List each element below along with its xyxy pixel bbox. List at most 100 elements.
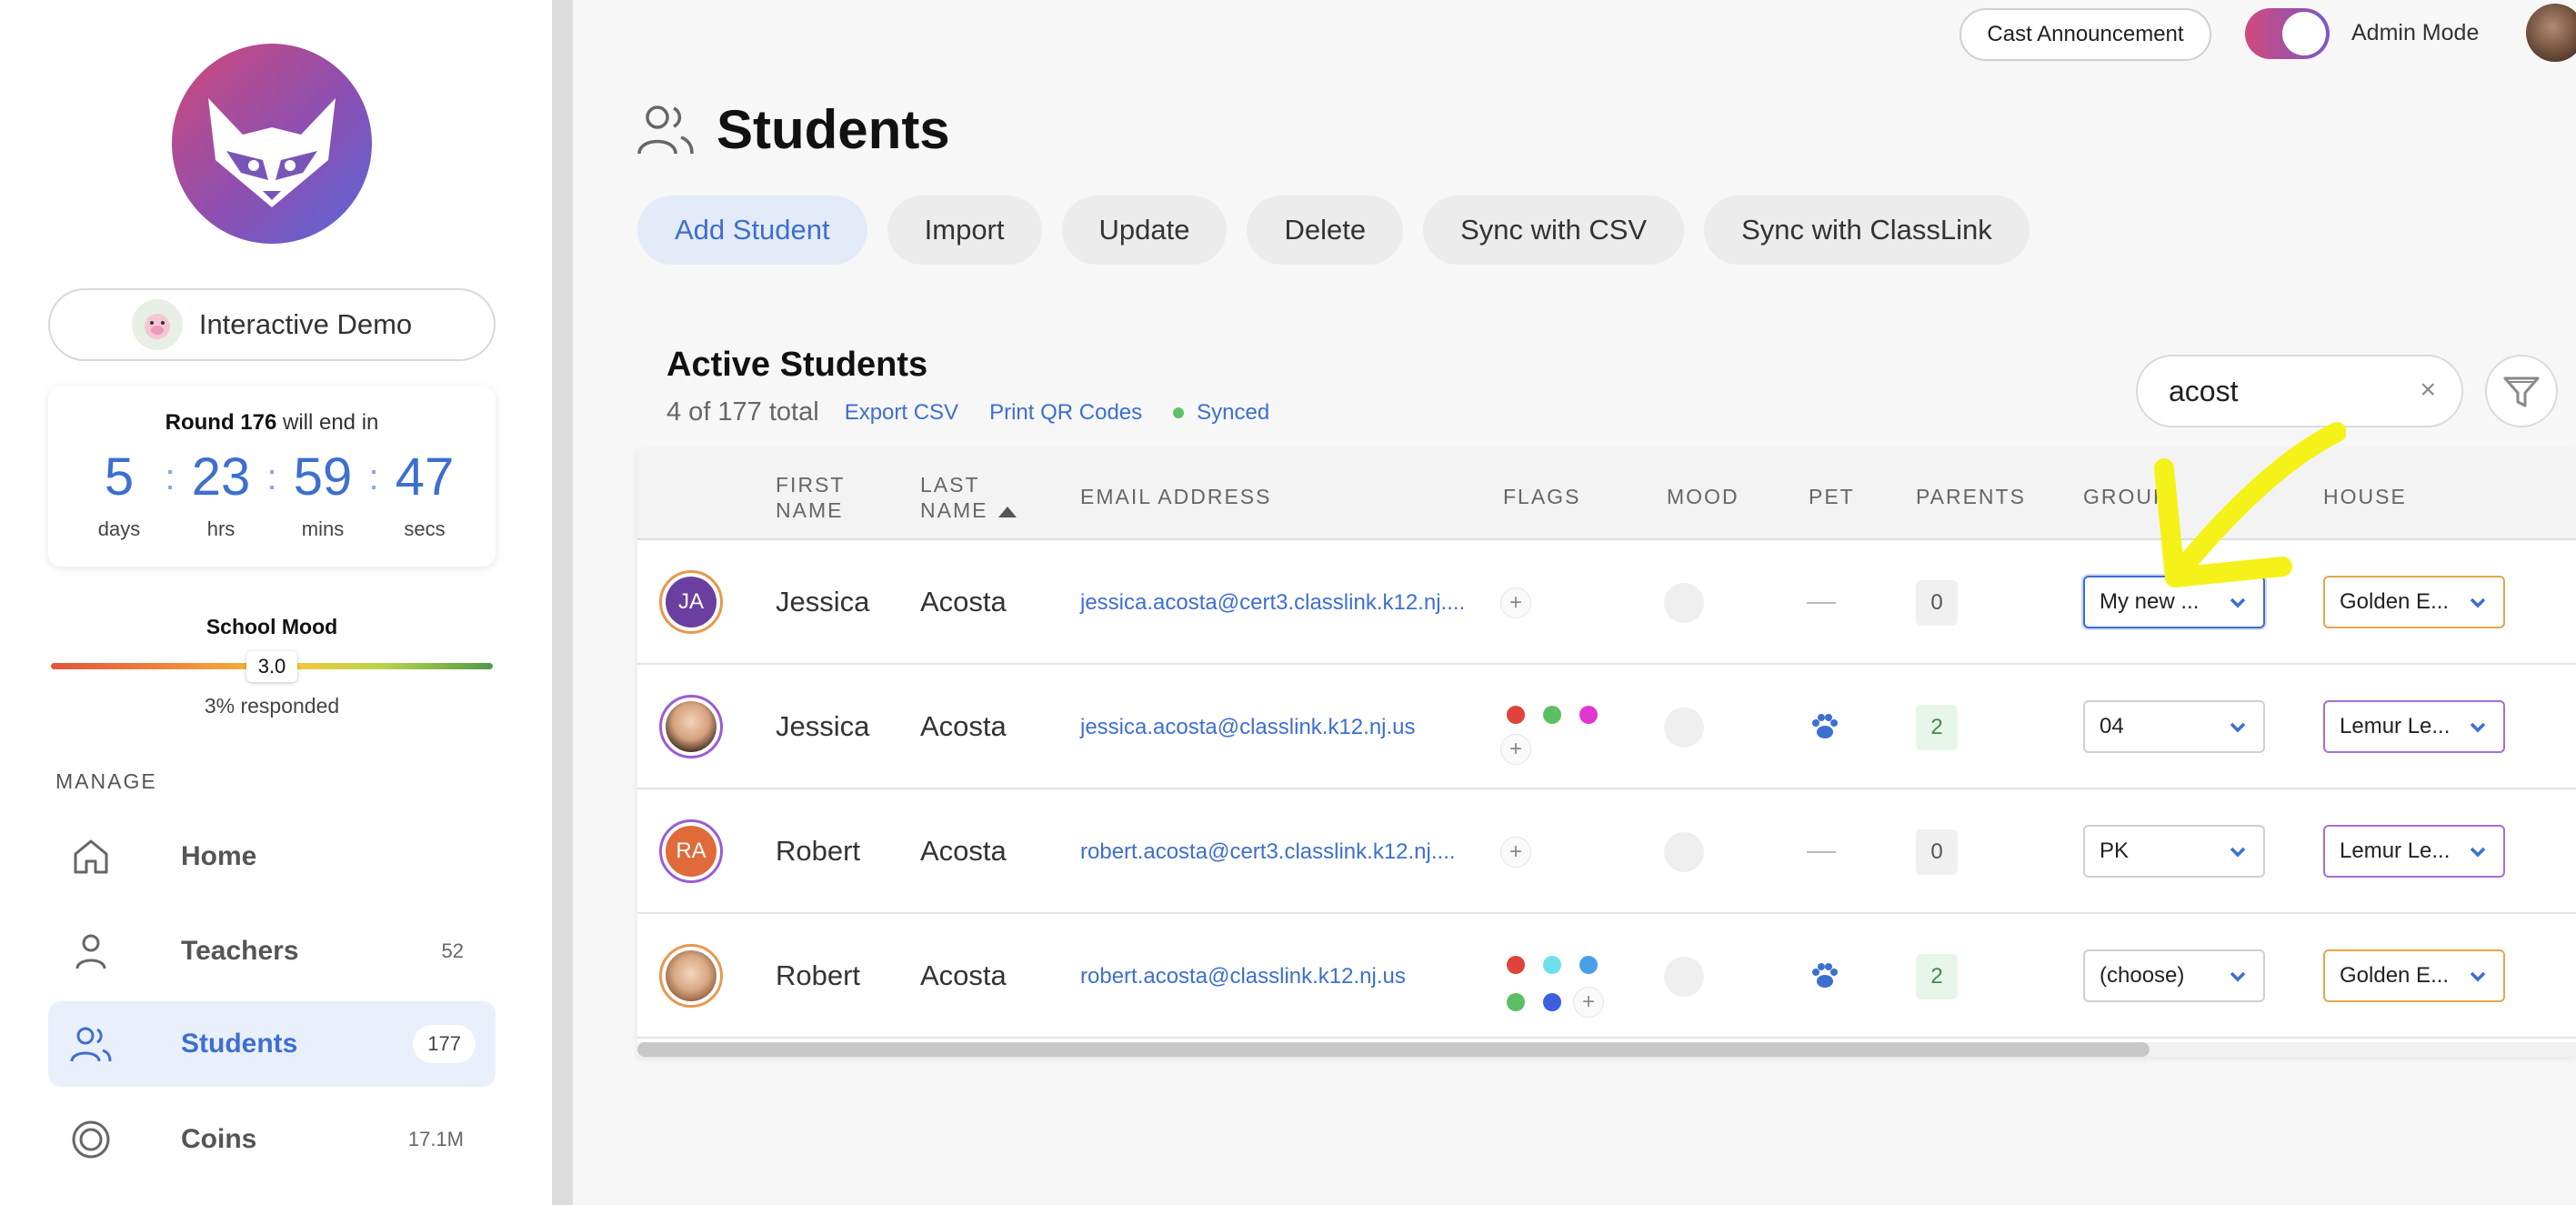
app-logo[interactable]: [172, 44, 372, 244]
chevron-down-icon: [2470, 597, 2486, 608]
flag-navy[interactable]: [1543, 993, 1561, 1011]
coin-icon: [68, 1117, 114, 1162]
chevron-down-icon: [2230, 971, 2246, 982]
flag-green[interactable]: [1507, 993, 1525, 1011]
flag-green[interactable]: [1543, 706, 1561, 724]
search-input[interactable]: acost ×: [2136, 355, 2463, 427]
export-csv-link[interactable]: Export CSV: [845, 400, 958, 426]
flag-magenta[interactable]: [1579, 706, 1598, 724]
teachers-count: 52: [441, 939, 464, 962]
scrollbar-thumb[interactable]: [637, 1042, 2150, 1057]
neutral-face-icon: [1664, 832, 1704, 872]
table-row[interactable]: Robert Acosta robert.acosta@classlink.k1…: [637, 914, 2576, 1039]
col-first-name[interactable]: FIRST NAME: [776, 472, 845, 523]
funnel-icon: [2503, 377, 2540, 407]
flag-red[interactable]: [1507, 956, 1525, 974]
student-total: 4 of 177 total: [667, 397, 819, 427]
group-select[interactable]: 04: [2083, 700, 2265, 753]
chevron-down-icon: [2470, 847, 2486, 858]
house-select[interactable]: Lemur Le...: [2323, 825, 2505, 878]
student-avatar[interactable]: JA: [659, 570, 723, 634]
flag-cyan[interactable]: [1543, 956, 1561, 974]
neutral-face-icon: [1664, 583, 1704, 623]
email-link[interactable]: robert.acosta@classlink.k12.nj.us: [1080, 964, 1406, 989]
update-button[interactable]: Update: [1061, 196, 1228, 265]
email-link[interactable]: robert.acosta@cert3.classlink.k12.nj....: [1080, 839, 1456, 865]
add-student-button[interactable]: Add Student: [637, 196, 867, 265]
chevron-down-icon: [2230, 847, 2246, 858]
sidebar-item-home[interactable]: Home: [48, 814, 496, 899]
col-group[interactable]: GROUP: [2083, 484, 2169, 509]
import-button[interactable]: Import: [887, 196, 1042, 265]
group-select[interactable]: My new ...: [2083, 576, 2265, 628]
paw-icon[interactable]: [1808, 959, 1842, 993]
delete-button[interactable]: Delete: [1247, 196, 1404, 265]
house-select[interactable]: Lemur Le...: [2323, 700, 2505, 753]
student-avatar[interactable]: [659, 944, 723, 1008]
sidebar-item-label: Students: [181, 1029, 298, 1059]
manage-section-label: MANAGE: [55, 769, 157, 793]
col-house[interactable]: HOUSE: [2323, 484, 2407, 509]
admin-mode-toggle[interactable]: [2245, 8, 2330, 59]
house-select[interactable]: Golden E...: [2323, 576, 2505, 628]
cast-announcement-button[interactable]: Cast Announcement: [1960, 8, 2211, 61]
page-title: Students: [717, 99, 950, 160]
raccoon-logo-icon: [208, 98, 336, 207]
sidebar-item-students[interactable]: Students 177: [48, 1001, 496, 1087]
user-avatar[interactable]: [2526, 4, 2576, 62]
last-name: Acosta: [920, 586, 1007, 618]
col-mood[interactable]: MOOD: [1667, 484, 1739, 509]
toggle-knob: [2282, 12, 2326, 55]
parents-count[interactable]: 2: [1916, 705, 1958, 750]
first-name: Robert: [776, 835, 861, 867]
student-avatar[interactable]: [659, 695, 723, 758]
students-table: FIRST NAME LAST NAME EMAIL ADDRESS FLAGS M…: [637, 449, 2576, 1057]
house-select[interactable]: Golden E...: [2323, 949, 2505, 1002]
col-parents[interactable]: PARENTS: [1916, 484, 2026, 509]
print-qr-codes-link[interactable]: Print QR Codes: [989, 400, 1142, 426]
add-flag-button[interactable]: +: [1500, 837, 1531, 868]
interactive-demo-button[interactable]: Interactive Demo: [48, 288, 496, 361]
countdown-mins: 59: [293, 447, 353, 507]
flag-blue[interactable]: [1579, 956, 1598, 974]
filter-button[interactable]: [2485, 355, 2558, 427]
paw-icon[interactable]: [1808, 709, 1842, 744]
add-flag-button[interactable]: +: [1500, 734, 1531, 765]
group-select[interactable]: (choose): [2083, 949, 2265, 1002]
col-email[interactable]: EMAIL ADDRESS: [1080, 484, 1271, 509]
students-page-icon: [636, 103, 696, 163]
add-flag-button[interactable]: +: [1573, 987, 1604, 1018]
sidebar-item-label: Home: [181, 841, 257, 871]
student-avatar[interactable]: RA: [659, 819, 723, 883]
sync-csv-button[interactable]: Sync with CSV: [1423, 196, 1685, 265]
flag-red[interactable]: [1507, 706, 1525, 724]
email-link[interactable]: jessica.acosta@classlink.k12.nj.us: [1080, 715, 1416, 740]
sidebar-item-teachers[interactable]: Teachers 52: [48, 909, 496, 994]
col-flags[interactable]: FLAGS: [1503, 484, 1580, 509]
col-pet[interactable]: PET: [1809, 484, 1855, 509]
clear-search-icon[interactable]: ×: [2420, 375, 2436, 406]
school-mood-responded: 3% responded: [204, 694, 340, 718]
table-row[interactable]: JA Jessica Acosta jessica.acosta@cert3.c…: [637, 540, 2576, 665]
sidebar-item-label: Teachers: [181, 936, 299, 966]
table-horizontal-scrollbar[interactable]: [637, 1042, 2576, 1057]
active-students-title: Active Students: [667, 346, 928, 384]
table-row[interactable]: RA Robert Acosta robert.acosta@cert3.cla…: [637, 789, 2576, 914]
email-link[interactable]: jessica.acosta@cert3.classlink.k12.nj...…: [1080, 590, 1465, 616]
first-name: Robert: [776, 959, 861, 991]
add-flag-button[interactable]: +: [1500, 587, 1531, 618]
sidebar-item-coins[interactable]: Coins 17.1M: [48, 1097, 496, 1182]
parents-count[interactable]: 0: [1916, 580, 1958, 626]
table-header: FIRST NAME LAST NAME EMAIL ADDRESS FLAGS M…: [637, 449, 2576, 540]
students-count: 177: [413, 1025, 476, 1063]
col-last-name[interactable]: LAST NAME: [920, 472, 1017, 523]
chevron-down-icon: [2230, 722, 2246, 733]
parents-count[interactable]: 0: [1916, 829, 1958, 875]
last-name: Acosta: [920, 710, 1007, 742]
synced-status[interactable]: Synced: [1197, 400, 1269, 426]
sidebar-scrollbar[interactable]: [552, 0, 573, 1205]
table-row[interactable]: Jessica Acosta jessica.acosta@classlink.…: [637, 665, 2576, 789]
parents-count[interactable]: 2: [1916, 954, 1958, 999]
group-select[interactable]: PK: [2083, 825, 2265, 878]
sync-classlink-button[interactable]: Sync with ClassLink: [1704, 196, 2030, 265]
